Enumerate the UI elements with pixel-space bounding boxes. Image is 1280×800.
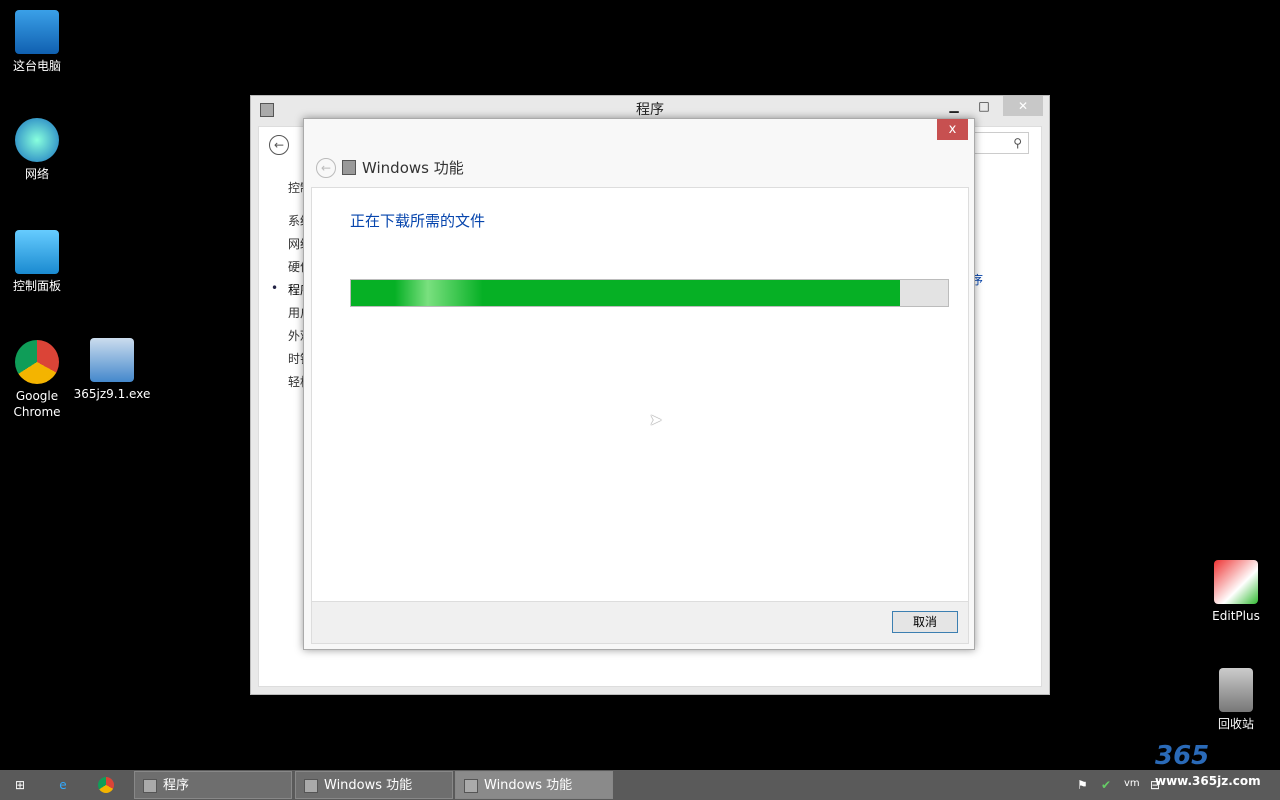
desktop-icon-chrome[interactable]: Google Chrome [0, 340, 77, 420]
app-icon [304, 779, 318, 793]
desktop-icon-installer[interactable]: 365jz9.1.exe [72, 338, 152, 402]
ie-icon[interactable]: e [52, 774, 74, 796]
dialog-title: Windows 功能 [362, 159, 464, 177]
windows-features-icon [342, 160, 356, 175]
taskbar-item-programs[interactable]: 程序 [134, 771, 292, 799]
status-message: 正在下载所需的文件 [350, 212, 486, 230]
windows-features-dialog: x ← Windows 功能 正在下载所需的文件 取消 [303, 118, 975, 650]
editplus-icon [1214, 560, 1258, 604]
chrome-taskbar-icon[interactable] [98, 777, 114, 793]
desktop-icon-control-panel[interactable]: 控制面板 [0, 230, 77, 294]
app-icon [143, 779, 157, 793]
search-box[interactable]: ⚲ [969, 132, 1029, 154]
installer-icon [90, 338, 134, 382]
tray-vm-icon[interactable]: vm [1124, 778, 1140, 789]
desktop-icon-network[interactable]: 网络 [0, 118, 77, 182]
taskbar: ⊞ e 程序 Windows 功能 Windows 功能 ⚑ ✔ vm ⊟ [0, 770, 1280, 800]
current-bullet: • [271, 281, 279, 295]
taskbar-item-windows-features[interactable]: Windows 功能 [295, 771, 453, 799]
desktop-icon-recycle-bin[interactable]: 回收站 [1196, 668, 1276, 732]
chrome-icon [15, 340, 59, 384]
search-icon: ⚲ [1013, 136, 1022, 150]
maximize-button[interactable]: □ [969, 96, 999, 116]
network-icon [15, 118, 59, 162]
cancel-button[interactable]: 取消 [892, 611, 958, 633]
tray-action-center-icon[interactable]: ⚑ [1077, 778, 1088, 792]
control-panel-icon [15, 230, 59, 274]
desktop-icon-editplus[interactable]: EditPlus [1196, 560, 1276, 624]
desktop-icon-this-pc[interactable]: 这台电脑 [0, 10, 77, 74]
window-icon [260, 103, 274, 117]
close-button[interactable]: ✕ [1003, 96, 1043, 116]
progress-bar [350, 279, 949, 307]
minimize-button[interactable]: ▁ [939, 96, 969, 116]
dialog-close-button[interactable]: x [937, 119, 968, 140]
computer-icon [15, 10, 59, 54]
progress-fill [351, 280, 901, 306]
back-button[interactable]: ← [269, 135, 289, 155]
start-button[interactable]: ⊞ [9, 774, 31, 796]
dialog-back-button[interactable]: ← [316, 157, 336, 178]
recycle-bin-icon [1219, 668, 1253, 712]
taskbar-item-windows-features-active[interactable]: Windows 功能 [455, 771, 613, 799]
tray-usb-icon[interactable]: ✔ [1101, 778, 1111, 792]
watermark-logo: 365 www.365jz.com [1155, 741, 1261, 788]
app-icon [464, 779, 478, 793]
mouse-cursor: ➤ [649, 410, 663, 429]
